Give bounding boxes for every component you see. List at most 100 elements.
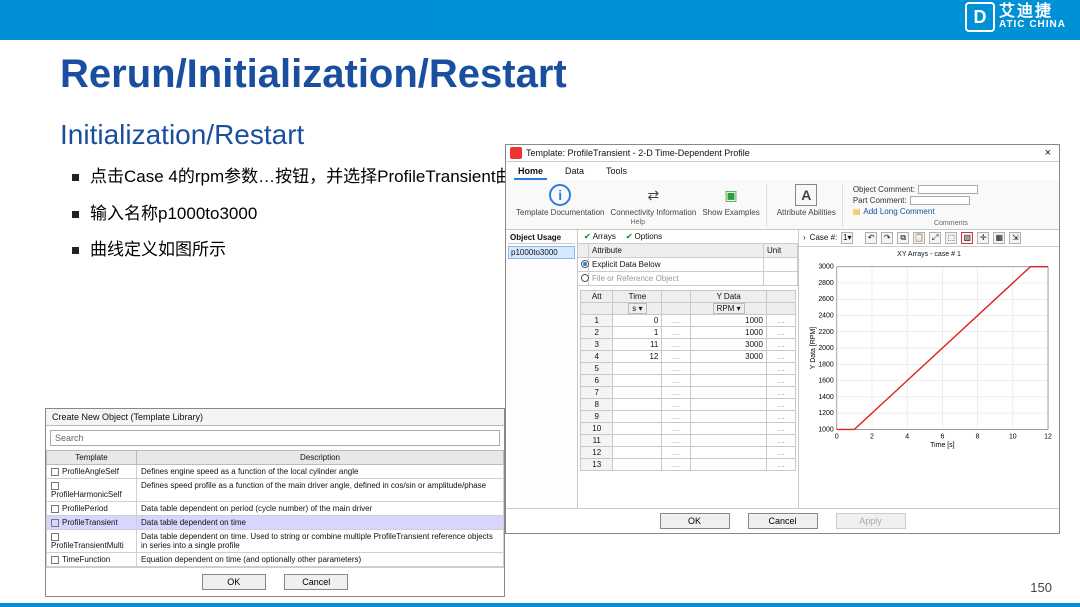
- svg-text:1000: 1000: [818, 426, 834, 433]
- svg-text:2: 2: [870, 433, 874, 440]
- part-comment-input[interactable]: [910, 196, 970, 205]
- check-icon: ✔: [584, 232, 591, 241]
- cancel-button[interactable]: Cancel: [284, 574, 348, 590]
- subtab-options[interactable]: ✔Options: [626, 232, 662, 241]
- letter-a-icon: A: [795, 184, 817, 206]
- zoom-icon[interactable]: ⤢: [929, 232, 941, 244]
- slide-title: Rerun/Initialization/Restart: [60, 52, 1055, 97]
- data-row[interactable]: 12……: [581, 446, 796, 458]
- data-row[interactable]: 21…1000…: [581, 326, 796, 338]
- undo-icon[interactable]: ↶: [865, 232, 877, 244]
- svg-text:2800: 2800: [818, 280, 834, 287]
- svg-text:10: 10: [1009, 433, 1017, 440]
- brand-en: ATIC CHINA: [999, 20, 1066, 30]
- object-usage-item[interactable]: p1000to3000: [508, 246, 575, 259]
- window-title: Template: ProfileTransient - 2-D Time-De…: [526, 148, 750, 158]
- template-row[interactable]: ProfileAngleSelfDefines engine speed as …: [47, 465, 504, 479]
- group-help: Help: [631, 219, 645, 226]
- profile-editor-dialog: Template: ProfileTransient - 2-D Time-De…: [505, 144, 1060, 534]
- brand-logo: D 艾迪捷 ATIC CHINA: [965, 2, 1066, 32]
- data-row[interactable]: 5……: [581, 362, 796, 374]
- close-icon[interactable]: ×: [1041, 147, 1055, 159]
- radio-explicit-label: Explicit Data Below: [589, 258, 764, 271]
- svg-text:0: 0: [835, 433, 839, 440]
- export-icon[interactable]: ⇲: [1009, 232, 1021, 244]
- chart-title: XY Arrays - case # 1: [805, 251, 1053, 258]
- template-row[interactable]: ProfileTransientMultiData table dependen…: [47, 530, 504, 553]
- svg-text:Time [s]: Time [s]: [930, 442, 954, 449]
- apply-button[interactable]: Apply: [836, 513, 906, 529]
- col-time: Time: [613, 290, 662, 302]
- tab-data[interactable]: Data: [561, 164, 588, 180]
- chart-tool-icon[interactable]: ⬚: [945, 232, 957, 244]
- page-number: 150: [1030, 580, 1052, 595]
- info-icon: i: [549, 184, 571, 206]
- plot-mode-icon[interactable]: ▧: [961, 232, 973, 244]
- dialog-title: Create New Object (Template Library): [46, 409, 504, 426]
- show-examples-button[interactable]: ▣ Show Examples: [702, 184, 759, 217]
- search-input[interactable]: Search: [50, 430, 500, 446]
- data-row[interactable]: 13……: [581, 458, 796, 470]
- data-table: Att Time Y Data s ▾ RPM ▾: [580, 290, 796, 471]
- redo-icon[interactable]: ↷: [881, 232, 893, 244]
- data-row[interactable]: 311…3000…: [581, 338, 796, 350]
- object-comment-input[interactable]: [918, 185, 978, 194]
- app-icon: [510, 147, 522, 159]
- tab-tools[interactable]: Tools: [602, 164, 631, 180]
- time-unit-select[interactable]: s ▾: [628, 303, 646, 314]
- copy-icon[interactable]: ⧉: [897, 232, 909, 244]
- ribbon-tabs: Home Data Tools: [506, 162, 1059, 180]
- add-long-comment-button[interactable]: ▤Add Long Comment: [853, 206, 978, 217]
- object-usage-header: Object Usage: [508, 232, 575, 244]
- brand-badge: D: [965, 2, 995, 32]
- template-row[interactable]: ProfileTransientData table dependent on …: [47, 516, 504, 530]
- radio-fileref[interactable]: [581, 274, 589, 282]
- template-row[interactable]: TimeFunctionEquation dependent on time (…: [47, 553, 504, 567]
- svg-text:4: 4: [905, 433, 909, 440]
- template-doc-button[interactable]: i Template Documentation: [516, 184, 605, 217]
- connectivity-button[interactable]: ⇄ Connectivity Information: [611, 184, 697, 217]
- col-unit: Unit: [764, 244, 798, 257]
- ok-button[interactable]: OK: [202, 574, 266, 590]
- ok-button[interactable]: OK: [660, 513, 730, 529]
- template-library-dialog: Create New Object (Template Library) Sea…: [45, 408, 505, 597]
- template-table: Template Description ProfileAngleSelfDef…: [46, 450, 504, 567]
- col-ydata: Y Data: [691, 290, 767, 302]
- data-row[interactable]: 8……: [581, 398, 796, 410]
- data-row[interactable]: 412…3000…: [581, 350, 796, 362]
- data-row[interactable]: 9……: [581, 410, 796, 422]
- data-row[interactable]: 6……: [581, 374, 796, 386]
- subtab-arrays[interactable]: ✔Arrays: [584, 232, 616, 241]
- attribute-abilities-button[interactable]: A Attribute Abilities: [777, 184, 836, 217]
- data-row[interactable]: 11……: [581, 434, 796, 446]
- svg-text:1400: 1400: [818, 393, 834, 400]
- svg-text:2200: 2200: [818, 328, 834, 335]
- paste-icon[interactable]: 📋: [913, 232, 925, 244]
- col-template: Template: [47, 451, 137, 465]
- svg-text:12: 12: [1044, 433, 1052, 440]
- svg-text:1800: 1800: [818, 361, 834, 368]
- case-select[interactable]: 1▾: [841, 232, 853, 244]
- ydata-unit-select[interactable]: RPM ▾: [713, 303, 745, 314]
- xy-chart: 0246810121000120014001600180020002200240…: [805, 260, 1053, 450]
- template-row[interactable]: ProfilePeriodData table dependent on per…: [47, 502, 504, 516]
- radio-explicit[interactable]: [581, 260, 589, 268]
- connectivity-icon: ⇄: [642, 184, 664, 206]
- template-row[interactable]: ProfileHarmonicSelfDefines speed profile…: [47, 479, 504, 502]
- grid-icon[interactable]: ▦: [993, 232, 1005, 244]
- header-bar: D 艾迪捷 ATIC CHINA: [0, 0, 1080, 40]
- data-row[interactable]: 10……: [581, 422, 796, 434]
- svg-text:2400: 2400: [818, 312, 834, 319]
- svg-text:1600: 1600: [818, 377, 834, 384]
- tab-home[interactable]: Home: [514, 164, 547, 180]
- svg-text:Y Data [RPM]: Y Data [RPM]: [810, 326, 817, 368]
- axes-icon[interactable]: ✛: [977, 232, 989, 244]
- cancel-button[interactable]: Cancel: [748, 513, 818, 529]
- group-comments: Comments: [934, 220, 968, 227]
- data-row[interactable]: 10…1000…: [581, 314, 796, 326]
- chevron-down-icon: ▾: [737, 304, 741, 313]
- radio-fileref-label: File or Reference Object: [589, 272, 764, 285]
- note-icon: ▤: [853, 206, 861, 217]
- case-label: Case #:: [810, 233, 838, 242]
- data-row[interactable]: 7……: [581, 386, 796, 398]
